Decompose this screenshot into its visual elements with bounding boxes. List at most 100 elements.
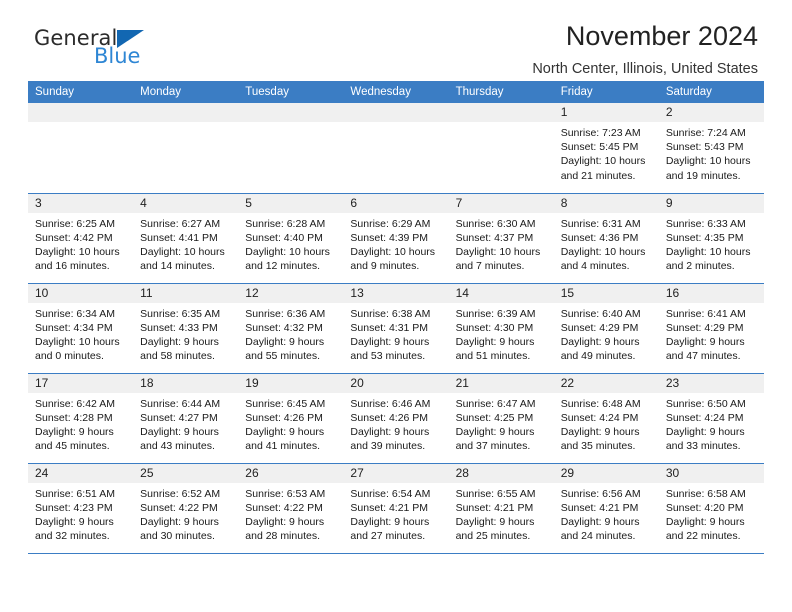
day-cell[interactable]: 2 Sunrise: 7:24 AM Sunset: 5:43 PM Daylight…: [658, 103, 764, 194]
day-cell[interactable]: 10 Sunrise: 6:34 AM Sunset: 4:34 PM Dayligh…: [28, 283, 134, 374]
day-details: Sunrise: 6:29 AM Sunset: 4:39 PM Daylight:…: [343, 213, 448, 274]
day-cell[interactable]: 14 Sunrise: 6:39 AM Sunset: 4:30 PM Dayligh…: [448, 283, 554, 374]
day-number: 24: [28, 463, 134, 483]
day-cell[interactable]: 25 Sunrise: 6:52 AM Sunset: 4:22 PM Dayligh…: [133, 463, 239, 554]
day-number: 19: [238, 373, 344, 393]
day-details: Sunrise: 6:40 AM Sunset: 4:29 PM Daylight:…: [554, 303, 659, 364]
daylight-text-line1: Daylight: 9 hours: [140, 425, 219, 438]
daylight-text-line2: and 45 minutes.: [35, 440, 110, 453]
day-number: 27: [343, 463, 449, 483]
day-cell[interactable]: 20 Sunrise: 6:46 AM Sunset: 4:26 PM Dayligh…: [343, 373, 449, 464]
daylight-text-line2: and 24 minutes.: [560, 530, 636, 543]
daylight-text-line2: and 22 minutes.: [665, 530, 741, 543]
daylight-text-line1: Daylight: 10 hours: [560, 245, 646, 258]
day-cell[interactable]: 30 Sunrise: 6:58 AM Sunset: 4:20 PM Dayligh…: [658, 463, 764, 554]
day-number: 22: [553, 373, 659, 393]
day-cell[interactable]: 3 Sunrise: 6:25 AM Sunset: 4:42 PM Daylight…: [28, 193, 134, 284]
day-cell[interactable]: 29 Sunrise: 6:56 AM Sunset: 4:21 PM Dayligh…: [553, 463, 659, 554]
daylight-text-line1: Daylight: 9 hours: [245, 515, 325, 528]
daylight-text-line2: and 16 minutes.: [35, 260, 110, 273]
day-details: Sunrise: 6:46 AM Sunset: 4:26 PM Daylight:…: [343, 393, 448, 454]
sunset-text: Sunset: 4:34 PM: [35, 321, 113, 334]
sunset-text: Sunset: 4:39 PM: [350, 231, 429, 244]
sunrise-text: Sunrise: 6:47 AM: [455, 397, 536, 410]
day-number: 5: [238, 193, 344, 213]
day-cell[interactable]: 27 Sunrise: 6:54 AM Sunset: 4:21 PM Dayligh…: [343, 463, 449, 554]
day-cell[interactable]: 8 Sunrise: 6:31 AM Sunset: 4:36 PM Daylight…: [553, 193, 659, 284]
day-cell[interactable]: 11 Sunrise: 6:35 AM Sunset: 4:33 PM Dayligh…: [133, 283, 239, 374]
daylight-text-line2: and 7 minutes.: [455, 260, 525, 273]
day-cell[interactable]: 4 Sunrise: 6:27 AM Sunset: 4:41 PM Daylight…: [133, 193, 239, 284]
sunset-text: Sunset: 4:40 PM: [245, 231, 323, 244]
day-cell[interactable]: 28 Sunrise: 6:55 AM Sunset: 4:21 PM Dayligh…: [448, 463, 554, 554]
day-details: Sunrise: 6:55 AM Sunset: 4:21 PM Daylight:…: [449, 483, 554, 544]
general-blue-logo[interactable]: General Blue: [34, 28, 145, 67]
day-cell[interactable]: 21 Sunrise: 6:47 AM Sunset: 4:25 PM Dayligh…: [448, 373, 554, 464]
day-cell[interactable]: 23 Sunrise: 6:50 AM Sunset: 4:24 PM Dayligh…: [658, 373, 764, 464]
day-cell[interactable]: 26 Sunrise: 6:53 AM Sunset: 4:22 PM Dayligh…: [238, 463, 344, 554]
day-cell[interactable]: 12 Sunrise: 6:36 AM Sunset: 4:32 PM Dayligh…: [238, 283, 344, 374]
daylight-text-line2: and 53 minutes.: [350, 350, 426, 363]
daylight-text-line2: and 35 minutes.: [560, 440, 636, 453]
sunset-text: Sunset: 4:29 PM: [560, 321, 639, 334]
day-number: [238, 103, 344, 122]
day-details: Sunrise: 6:53 AM Sunset: 4:22 PM Daylight:…: [238, 483, 343, 544]
daylight-text-line1: Daylight: 9 hours: [665, 335, 745, 348]
day-details: Sunrise: 6:25 AM Sunset: 4:42 PM Daylight:…: [28, 213, 133, 274]
day-cell[interactable]: 19 Sunrise: 6:45 AM Sunset: 4:26 PM Dayligh…: [238, 373, 344, 464]
day-details: Sunrise: 6:39 AM Sunset: 4:30 PM Daylight:…: [449, 303, 554, 364]
sunrise-text: Sunrise: 6:34 AM: [35, 307, 115, 320]
calendar-week-row: 17 Sunrise: 6:42 AM Sunset: 4:28 PM Dayligh…: [28, 373, 764, 464]
sunrise-text: Sunrise: 6:54 AM: [350, 487, 431, 500]
day-cell[interactable]: 24 Sunrise: 6:51 AM Sunset: 4:23 PM Dayligh…: [28, 463, 134, 554]
day-number: 28: [448, 463, 554, 483]
day-cell-empty: [448, 103, 554, 194]
day-details: Sunrise: 6:48 AM Sunset: 4:24 PM Daylight:…: [554, 393, 659, 454]
daylight-text-line1: Daylight: 9 hours: [350, 335, 430, 348]
day-cell[interactable]: 7 Sunrise: 6:30 AM Sunset: 4:37 PM Daylight…: [448, 193, 554, 284]
calendar-week-row: 24 Sunrise: 6:51 AM Sunset: 4:23 PM Dayligh…: [28, 463, 764, 554]
daylight-text-line2: and 21 minutes.: [560, 169, 636, 182]
sunset-text: Sunset: 5:45 PM: [560, 141, 639, 154]
day-cell[interactable]: 18 Sunrise: 6:44 AM Sunset: 4:27 PM Dayligh…: [133, 373, 239, 464]
sunset-text: Sunset: 4:20 PM: [665, 501, 744, 514]
day-details: Sunrise: 6:35 AM Sunset: 4:33 PM Daylight:…: [133, 303, 238, 364]
daylight-text-line2: and 43 minutes.: [140, 440, 215, 453]
day-cell[interactable]: 6 Sunrise: 6:29 AM Sunset: 4:39 PM Daylight…: [343, 193, 449, 284]
daylight-text-line2: and 2 minutes.: [665, 260, 735, 273]
day-details: Sunrise: 6:30 AM Sunset: 4:37 PM Daylight:…: [449, 213, 554, 274]
sunset-text: Sunset: 4:24 PM: [665, 411, 744, 424]
day-cell[interactable]: 16 Sunrise: 6:41 AM Sunset: 4:29 PM Dayligh…: [658, 283, 764, 374]
sunset-text: Sunset: 4:21 PM: [455, 501, 534, 514]
day-cell[interactable]: 9 Sunrise: 6:33 AM Sunset: 4:35 PM Daylight…: [658, 193, 764, 284]
sunset-text: Sunset: 4:36 PM: [560, 231, 639, 244]
day-cell[interactable]: 22 Sunrise: 6:48 AM Sunset: 4:24 PM Dayligh…: [553, 373, 659, 464]
daylight-text-line1: Daylight: 9 hours: [455, 515, 535, 528]
day-details: Sunrise: 6:47 AM Sunset: 4:25 PM Daylight:…: [449, 393, 554, 454]
triangle-icon: [117, 30, 145, 48]
sunrise-text: Sunrise: 6:28 AM: [245, 217, 326, 230]
day-details: Sunrise: 6:33 AM Sunset: 4:35 PM Daylight:…: [659, 213, 764, 274]
weekday-header-wednesday: Wednesday: [343, 81, 449, 103]
day-details: Sunrise: 6:38 AM Sunset: 4:31 PM Daylight:…: [343, 303, 448, 364]
daylight-text-line2: and 27 minutes.: [350, 530, 426, 543]
sunrise-text: Sunrise: 7:23 AM: [560, 127, 641, 139]
day-cell[interactable]: 1 Sunrise: 7:23 AM Sunset: 5:45 PM Daylight…: [553, 103, 659, 194]
day-number: 26: [238, 463, 344, 483]
day-details: Sunrise: 6:36 AM Sunset: 4:32 PM Daylight:…: [238, 303, 343, 364]
day-cell[interactable]: 15 Sunrise: 6:40 AM Sunset: 4:29 PM Dayligh…: [553, 283, 659, 374]
sunrise-text: Sunrise: 6:33 AM: [665, 217, 746, 230]
sunrise-text: Sunrise: 6:30 AM: [455, 217, 536, 230]
day-number: [133, 103, 239, 122]
day-number: [343, 103, 449, 122]
calendar-week-row: 1 Sunrise: 7:23 AM Sunset: 5:45 PM Daylight…: [28, 103, 764, 194]
sunset-text: Sunset: 4:29 PM: [665, 321, 744, 334]
daylight-text-line2: and 14 minutes.: [140, 260, 215, 273]
sunset-text: Sunset: 4:30 PM: [455, 321, 534, 334]
day-cell[interactable]: 17 Sunrise: 6:42 AM Sunset: 4:28 PM Dayligh…: [28, 373, 134, 464]
day-cell[interactable]: 13 Sunrise: 6:38 AM Sunset: 4:31 PM Dayligh…: [343, 283, 449, 374]
day-cell[interactable]: 5 Sunrise: 6:28 AM Sunset: 4:40 PM Daylight…: [238, 193, 344, 284]
daylight-text-line1: Daylight: 9 hours: [560, 515, 640, 528]
sunrise-text: Sunrise: 6:25 AM: [35, 217, 115, 230]
sunrise-text: Sunrise: 6:42 AM: [35, 397, 115, 410]
